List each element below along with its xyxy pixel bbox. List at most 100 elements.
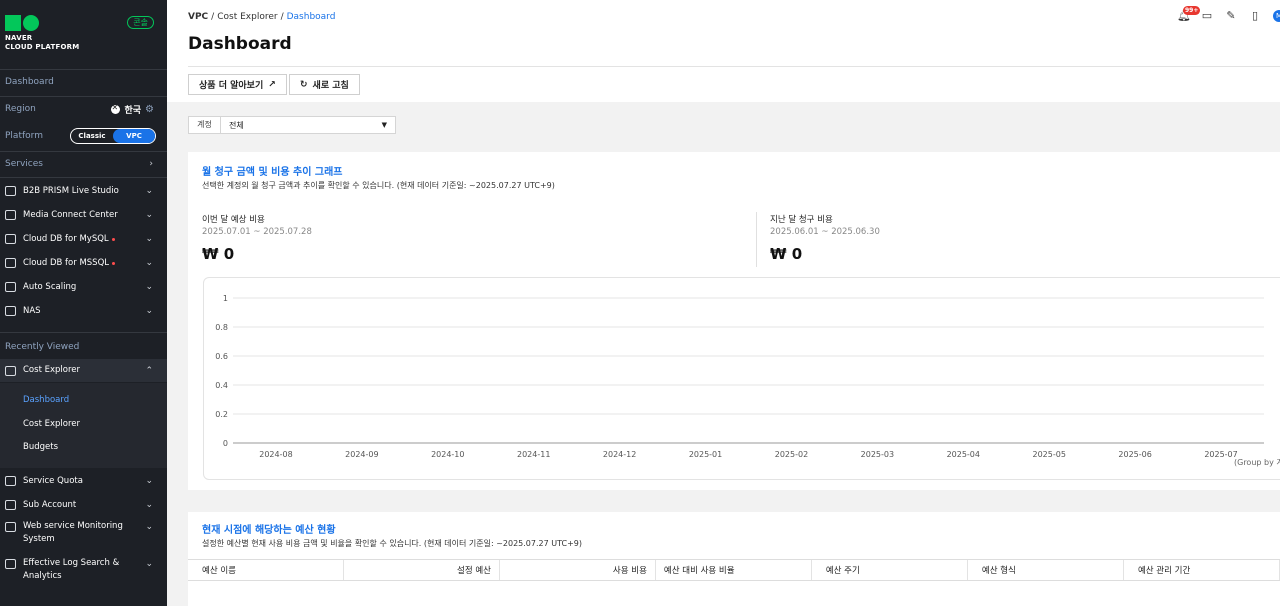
platform-row: Platform Classic VPC	[0, 128, 167, 144]
learn-more-label: 상품 더 알아보기	[199, 81, 264, 91]
y-tick-label: 0.4	[215, 381, 228, 390]
learn-more-button[interactable]: 상품 더 알아보기 ↗	[188, 74, 287, 95]
x-tick-label: 2025-06	[1118, 450, 1151, 459]
region-label: Region	[5, 104, 36, 114]
submenu-dashboard[interactable]: Dashboard	[23, 395, 69, 405]
recent-item-active[interactable]: Cost Explorer ⌃	[0, 359, 167, 382]
budget-table: 예산 이름 설정 예산 사용 비용 예산 대비 사용 비율 예산 주기 예산 형…	[188, 559, 1280, 581]
this-month-period: 2025.07.01 ~ 2025.07.28	[202, 227, 312, 237]
recent-item[interactable]: Sub Account ⌄	[0, 494, 167, 516]
service-item[interactable]: Cloud DB for MSSQL ⌄	[0, 252, 167, 274]
refresh-label: 새로 고침	[312, 81, 349, 91]
cost-trend-card: 월 청구 금액 및 비용 추이 그래프 선택한 계정의 월 청구 금액과 추이를…	[188, 152, 1280, 490]
service-item[interactable]: NAS ⌄	[0, 300, 167, 322]
submenu-cost-explorer[interactable]: Cost Explorer	[23, 419, 80, 429]
service-icon	[5, 186, 16, 196]
recent-item-label: Service Quota	[23, 475, 83, 486]
chevron-right-icon: ›	[149, 159, 153, 169]
service-item[interactable]: Auto Scaling ⌄	[0, 276, 167, 298]
breadcrumb-dashboard[interactable]: Dashboard	[287, 12, 336, 22]
account-filter-value: 전체	[229, 120, 244, 130]
last-month-value: ₩ 0	[770, 245, 803, 263]
recent-item-label: Web service Monitoring System	[23, 520, 123, 546]
chevron-down-icon[interactable]: ⌄	[145, 210, 153, 220]
column-budget-name[interactable]: 예산 이름	[188, 560, 345, 580]
avatar[interactable]: M	[1273, 10, 1280, 22]
recent-item[interactable]: Service Quota ⌄	[0, 470, 167, 492]
chevron-down-icon[interactable]: ⌄	[145, 476, 153, 486]
column-budget-period[interactable]: 예산 관리 기간	[1124, 560, 1280, 580]
chevron-down-icon[interactable]: ⌄	[145, 258, 153, 268]
edit-note-icon[interactable]: ✎	[1225, 10, 1237, 22]
services-row[interactable]: Services ›	[0, 158, 167, 170]
new-dot	[112, 262, 116, 265]
budget-table-header: 예산 이름 설정 예산 사용 비용 예산 대비 사용 비율 예산 주기 예산 형…	[188, 559, 1280, 581]
ncp-logo[interactable]: NAVER CLOUD PLATFORM	[5, 15, 79, 52]
recent-item[interactable]: Web service Monitoring System ⌄	[0, 520, 167, 548]
logo-line1: NAVER	[5, 34, 33, 42]
refresh-button[interactable]: ↻ 새로 고침	[289, 74, 360, 95]
chevron-down-icon[interactable]: ⌄	[145, 234, 153, 244]
recent-item[interactable]: Effective Log Search & Analytics ⌄	[0, 557, 167, 585]
platform-toggle[interactable]: Classic VPC	[70, 128, 156, 144]
trend-card-title: 월 청구 금액 및 비용 추이 그래프	[202, 167, 343, 178]
submenu-budgets[interactable]: Budgets	[23, 442, 58, 452]
platform-classic[interactable]: Classic	[71, 129, 113, 143]
refresh-icon: ↻	[300, 79, 308, 90]
chevron-down-icon[interactable]: ⌄	[145, 559, 153, 569]
sidebar-dashboard[interactable]: Dashboard	[0, 76, 167, 88]
x-tick-label: 2025-01	[689, 450, 722, 459]
chevron-down-icon[interactable]: ⌄	[145, 282, 153, 292]
logo-text: NAVER CLOUD PLATFORM	[5, 34, 79, 52]
service-label: B2B PRISM Live Studio	[23, 185, 119, 196]
service-item[interactable]: B2B PRISM Live Studio ⌄	[0, 180, 167, 202]
sidebar-dashboard-label: Dashboard	[5, 77, 54, 87]
gear-icon[interactable]: ⚙	[145, 104, 154, 115]
service-icon	[5, 522, 16, 532]
chevron-down-icon[interactable]: ⌄	[145, 500, 153, 510]
column-budget-cycle[interactable]: 예산 주기	[812, 560, 968, 580]
last-month-period: 2025.06.01 ~ 2025.06.30	[770, 227, 880, 237]
chevron-down-icon[interactable]: ⌄	[145, 186, 153, 196]
x-tick-label: 2025-07	[1204, 450, 1237, 459]
service-item[interactable]: Cloud DB for MySQL ⌄	[0, 228, 167, 250]
platform-vpc[interactable]: VPC	[113, 129, 155, 143]
column-set-budget[interactable]: 설정 예산	[344, 560, 500, 580]
breadcrumb: VPC / Cost Explorer / Dashboard	[188, 12, 336, 22]
book-icon[interactable]: ▯	[1249, 10, 1261, 22]
service-icon	[5, 210, 16, 220]
notification-count: 99+	[1183, 6, 1201, 15]
column-budget-type[interactable]: 예산 형식	[968, 560, 1124, 580]
chevron-down-icon[interactable]: ⌄	[145, 306, 153, 316]
region-selector[interactable]: 한국 ⚙	[111, 103, 154, 116]
service-icon	[5, 500, 16, 510]
y-tick-label: 0.2	[215, 410, 228, 419]
breadcrumb-cost-explorer[interactable]: Cost Explorer	[217, 12, 277, 22]
chat-icon[interactable]: ▭	[1201, 10, 1213, 22]
recently-viewed-label: Recently Viewed	[5, 342, 80, 352]
column-usage-cost[interactable]: 사용 비용	[500, 560, 656, 580]
chevron-up-icon[interactable]: ⌃	[145, 366, 153, 376]
logo-line2: CLOUD PLATFORM	[5, 43, 80, 51]
x-tick-label: 2025-03	[861, 450, 894, 459]
this-month-label: 이번 달 예상 비용	[202, 215, 265, 225]
breadcrumb-vpc[interactable]: VPC	[188, 12, 208, 22]
y-tick-label: 0	[223, 439, 228, 448]
cost-explorer-icon	[5, 365, 16, 376]
external-link-icon: ↗	[268, 79, 276, 90]
service-item[interactable]: Media Connect Center ⌄	[0, 204, 167, 226]
x-tick-label: 2024-11	[517, 450, 550, 459]
cost-trend-chart: 0 0.2 0.4 0.6 0.8 1 2024-08 2024-09 2024-10 2024-…	[215, 294, 1280, 467]
bell-icon[interactable]: 🔔︎ 99+	[1177, 6, 1201, 22]
service-label: Cloud DB for MSSQL	[23, 257, 110, 268]
column-usage-ratio[interactable]: 예산 대비 사용 비율	[656, 560, 812, 580]
recent-item-line2: Analytics	[23, 571, 62, 581]
platform-label: Platform	[5, 131, 43, 141]
account-filter[interactable]: 계정 전체 ▼	[188, 116, 396, 134]
console-badge[interactable]: 콘솔	[127, 16, 154, 29]
service-icon	[5, 234, 16, 244]
y-tick-label: 0.6	[215, 352, 228, 361]
new-dot	[111, 238, 115, 241]
chevron-down-icon[interactable]: ⌄	[145, 522, 153, 532]
x-tick-label: 2024-12	[603, 450, 636, 459]
